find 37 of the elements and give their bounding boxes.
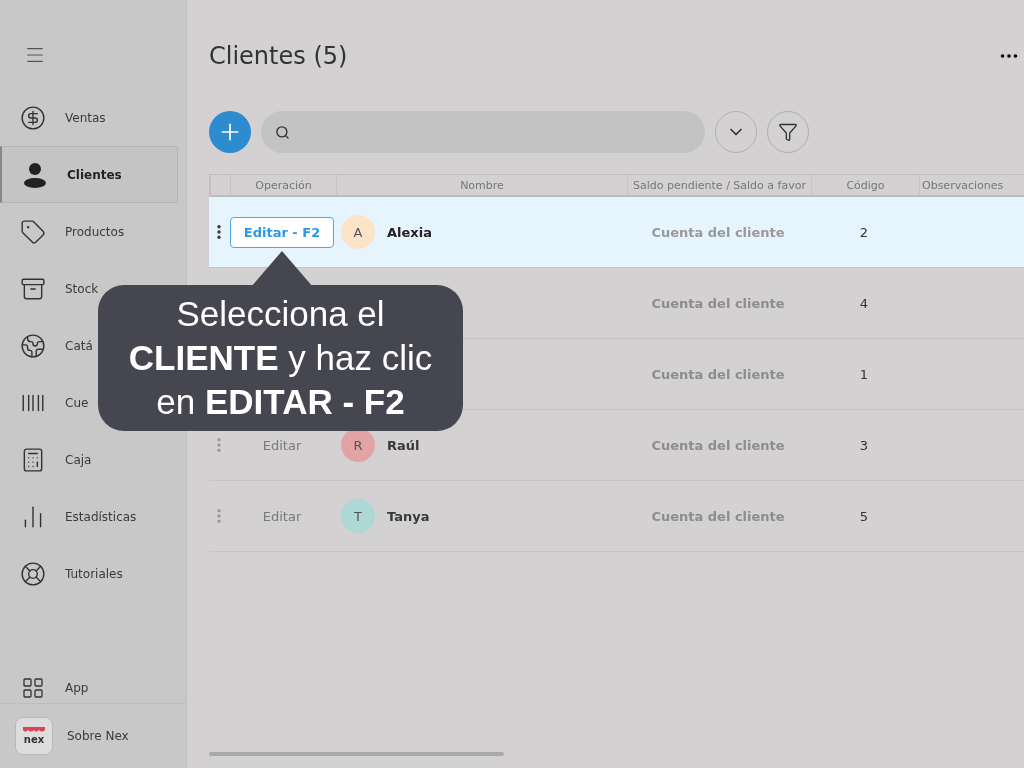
sidebar-item[interactable]: Ventas bbox=[0, 89, 178, 146]
search-icon bbox=[275, 124, 290, 140]
client-name: Alexia bbox=[387, 224, 432, 240]
sidebar-item[interactable]: nex Sobre Nex bbox=[0, 703, 186, 768]
sidebar-item[interactable]: Caja bbox=[0, 431, 178, 488]
sidebar-item[interactable]: Tutoriales bbox=[0, 545, 178, 602]
selected-table-row[interactable]: Editar - F2 A Alexia Cuenta del cliente 2 bbox=[209, 197, 1024, 268]
table-cell: 3 bbox=[859, 437, 869, 453]
user-icon bbox=[23, 161, 47, 188]
search-field[interactable] bbox=[261, 111, 705, 153]
nex-logo-icon: nex bbox=[15, 717, 53, 755]
scrollbar[interactable] bbox=[209, 752, 504, 756]
tag-icon bbox=[20, 218, 46, 245]
table-cell: 1 bbox=[859, 366, 869, 382]
column-header: Nombre bbox=[460, 178, 504, 192]
avatar: T bbox=[341, 499, 375, 533]
table-cell: 4 bbox=[859, 295, 869, 311]
add-button[interactable] bbox=[209, 111, 251, 153]
page-title: Clientes (5) bbox=[209, 41, 348, 70]
table-cell: 5 bbox=[859, 508, 869, 524]
client-name: Raúl bbox=[387, 437, 420, 453]
globe-icon bbox=[20, 332, 46, 359]
filter-icon bbox=[778, 122, 798, 142]
client-name: Tanya bbox=[387, 508, 430, 524]
dollar-icon bbox=[20, 104, 46, 131]
sidebar-item[interactable]: App bbox=[0, 673, 186, 703]
sidebar-item[interactable]: Clientes bbox=[0, 146, 178, 203]
column-header: Código bbox=[846, 178, 885, 192]
column-header: Observaciones bbox=[922, 178, 1004, 192]
avatar: A bbox=[341, 215, 375, 249]
column-header: Operación bbox=[255, 178, 312, 192]
lifebuoy-icon bbox=[20, 560, 46, 587]
grid-icon bbox=[21, 676, 45, 700]
table-cell: 2 bbox=[859, 224, 869, 240]
sidebar-item[interactable]: Productos bbox=[0, 203, 178, 260]
column-header: Saldo pendiente / Saldo a favor bbox=[633, 178, 806, 192]
sidebar-item[interactable]: Estadísticas bbox=[0, 488, 178, 545]
